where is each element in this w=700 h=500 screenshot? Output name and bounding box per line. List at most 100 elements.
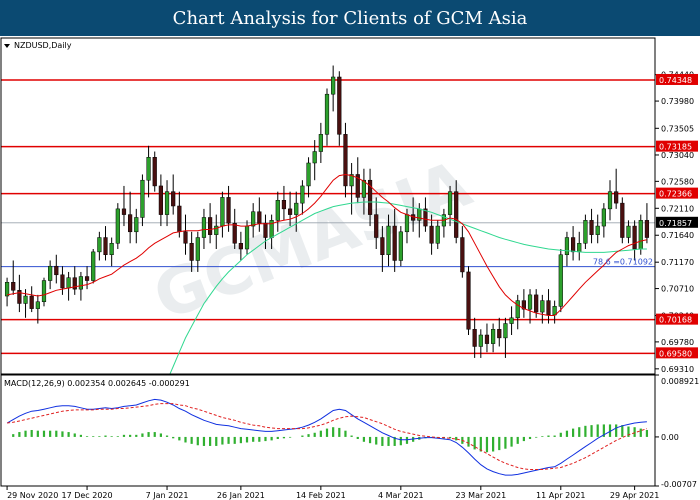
bullish-candle-body: [324, 93, 330, 135]
candle: [115, 203, 120, 250]
level-price-tag: 0.70168: [656, 313, 698, 325]
level-price-tag: 0.73185: [656, 140, 698, 152]
bearish-candle-body: [374, 214, 379, 238]
bullish-candle-body: [134, 217, 139, 233]
fib-level-label: 78.6 =0.71092: [593, 258, 653, 267]
bearish-candle-body: [497, 329, 502, 339]
bullish-candle-body: [91, 251, 96, 281]
y-tick-label: 0.72580: [661, 177, 694, 186]
bullish-candle-body: [140, 179, 145, 218]
bearish-candle-body: [589, 220, 594, 235]
candle: [152, 151, 157, 192]
symbol-label: NZDUSD,Daily: [14, 41, 72, 50]
bullish-candle-body: [48, 265, 53, 281]
bullish-candle-body: [318, 134, 323, 152]
x-tick-label: 11 Apr 2021: [536, 491, 585, 500]
bearish-candle-body: [614, 191, 619, 204]
bullish-candle-body: [331, 76, 336, 95]
bullish-candle-body: [294, 202, 299, 215]
level-price-tag: 0.72366: [656, 187, 698, 199]
bearish-candle-body: [84, 276, 90, 281]
level-tag-label: 0.72366: [659, 190, 692, 199]
bullish-candle-body: [275, 200, 280, 221]
level-price-tag: 0.74348: [656, 73, 698, 85]
candle: [91, 249, 96, 284]
macd-y-tick-label: 0.00: [661, 433, 679, 442]
bullish-candle-body: [626, 225, 631, 238]
bullish-candle-body: [146, 157, 151, 181]
bullish-candle-body: [447, 191, 453, 215]
x-tick-label: 29 Apr 2021: [610, 491, 659, 500]
bullish-candle-body: [601, 208, 606, 227]
level-tag-label: 0.70168: [659, 316, 692, 325]
bullish-candle-body: [97, 237, 102, 253]
x-tick-label: 29 Nov 2020: [7, 491, 58, 500]
bearish-candle-body: [128, 214, 133, 233]
y-tick-label: 0.73505: [661, 124, 694, 133]
bearish-candle-body: [171, 191, 176, 207]
bullish-candle-body: [503, 323, 508, 339]
bullish-candle-body: [41, 280, 47, 303]
bearish-candle-body: [380, 237, 385, 255]
bearish-candle-body: [152, 157, 157, 187]
bullish-candle-body: [386, 225, 391, 255]
x-tick-label: 26 Jan 2021: [217, 491, 265, 500]
bullish-candle-body: [404, 214, 410, 233]
bearish-candle-body: [620, 202, 625, 238]
bearish-candle-body: [60, 274, 65, 289]
y-tick-label: 0.70710: [661, 285, 694, 294]
y-tick-label: 0.73040: [661, 151, 694, 160]
bullish-candle-body: [558, 254, 563, 307]
bearish-candle-body: [257, 211, 262, 224]
bullish-candle-body: [78, 276, 84, 290]
bullish-candle-body: [306, 162, 311, 187]
level-tag-label: 0.73185: [659, 143, 692, 152]
bullish-candle-body: [164, 191, 170, 215]
symbol-header[interactable]: NZDUSD,Daily: [4, 41, 72, 50]
bullish-candle-body: [300, 185, 305, 204]
bullish-candle-body: [109, 243, 114, 255]
bearish-candle-body: [177, 205, 182, 233]
bullish-candle-body: [638, 220, 643, 250]
bullish-candle-body: [509, 317, 514, 324]
bearish-candle-body: [121, 208, 127, 215]
bearish-candle-body: [343, 134, 348, 187]
y-tick-label: 0.71640: [661, 231, 694, 240]
bearish-candle-body: [232, 222, 237, 244]
bullish-candle-body: [607, 191, 613, 210]
bearish-candle-body: [226, 197, 231, 224]
price-chart[interactable]: GCMASIA 0.744400.739800.735050.730400.72…: [0, 36, 700, 500]
bullish-candle-body: [577, 243, 582, 253]
bullish-candle-body: [201, 217, 207, 238]
macd-y-tick-label: 0.008921: [661, 377, 699, 386]
bearish-candle-body: [644, 220, 650, 238]
bearish-candle-body: [29, 295, 34, 309]
bullish-candle-body: [398, 231, 403, 261]
bearish-candle-body: [466, 271, 471, 330]
last-price-tag: 0.71857: [656, 216, 698, 228]
bullish-candle-body: [214, 225, 219, 235]
y-tick-label: 0.69310: [661, 365, 694, 374]
bullish-candle-body: [515, 300, 520, 319]
x-tick-label: 7 Jan 2021: [146, 491, 189, 500]
bearish-candle-body: [472, 329, 477, 347]
x-tick-label: 4 Mar 2021: [378, 491, 424, 500]
bearish-candle-body: [263, 222, 268, 238]
bearish-candle-body: [158, 185, 163, 215]
level-tag-label: 0.74348: [659, 76, 692, 85]
bullish-candle-body: [4, 282, 10, 297]
candle: [620, 197, 625, 244]
bearish-candle-body: [484, 334, 490, 344]
bullish-candle-body: [23, 295, 28, 304]
y-tick-label: 0.72110: [661, 204, 694, 213]
bearish-candle-body: [54, 265, 59, 276]
bullish-candle-body: [491, 329, 496, 344]
bearish-candle-body: [632, 225, 637, 250]
bearish-candle-body: [337, 76, 342, 135]
level-price-tag: 0.69580: [656, 347, 698, 359]
bullish-candle-body: [527, 294, 533, 310]
bullish-candle-body: [35, 301, 40, 309]
y-tick-label: 0.73980: [661, 97, 694, 106]
macd-y-tick-label: -0.00707: [661, 480, 697, 489]
bearish-candle-body: [460, 237, 465, 273]
